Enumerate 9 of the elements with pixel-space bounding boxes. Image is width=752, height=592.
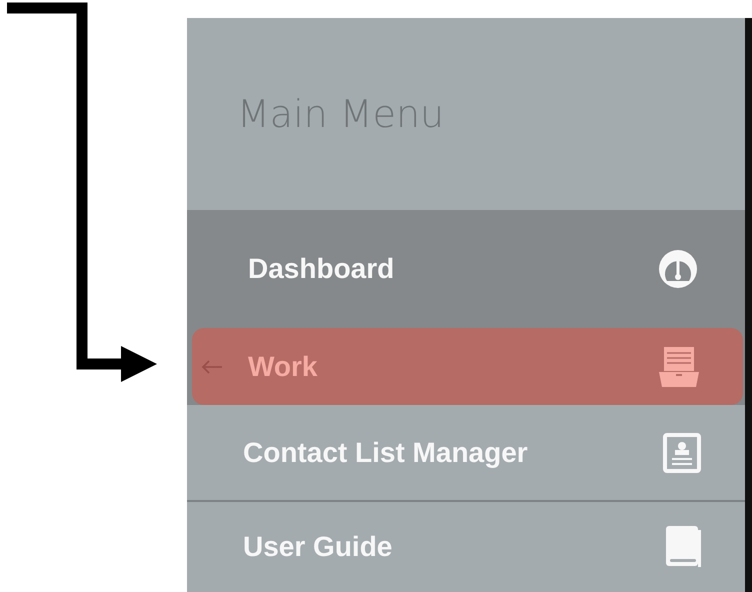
menu-item[interactable]: User Guide [187,502,745,592]
menu-item[interactable]: Work [192,328,743,405]
menu-item[interactable]: Contact List Manager [187,405,745,500]
book-icon [665,526,701,568]
gauge-icon [657,248,699,290]
back-arrow-icon [200,358,224,374]
menu-item[interactable]: Dashboard [192,210,743,328]
drawer-icon [659,346,699,388]
contact-card-icon [663,432,701,472]
